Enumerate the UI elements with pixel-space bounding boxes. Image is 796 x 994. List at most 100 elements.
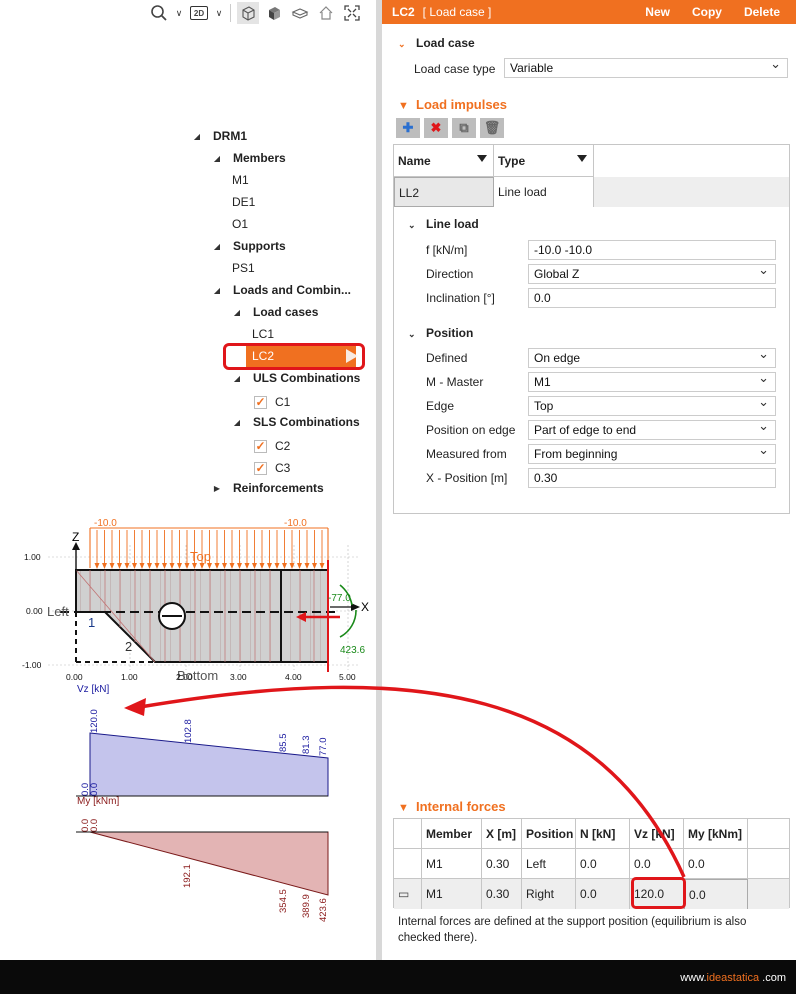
tree-item-ps1[interactable]: PS1 bbox=[232, 258, 255, 278]
tree-members[interactable]: Members bbox=[233, 148, 286, 168]
table-cell[interactable]: Right bbox=[522, 879, 576, 909]
load-arrow-head bbox=[154, 563, 160, 569]
tree-root[interactable]: DRM1 bbox=[213, 126, 247, 146]
column-header-type[interactable]: Type bbox=[494, 145, 594, 177]
column-header-vz[interactable]: Vz [kN] bbox=[630, 819, 684, 849]
impulse-row-type[interactable]: Line load bbox=[494, 177, 594, 207]
column-header-n[interactable]: N [kN] bbox=[576, 819, 630, 849]
collapse-icon[interactable]: ◢ bbox=[192, 132, 202, 141]
table-cell[interactable]: 0.30 bbox=[482, 849, 522, 879]
table-cell[interactable]: 0.0 bbox=[684, 879, 748, 909]
model-view[interactable]: Z X -10.0 -10.0 Top Bottom Left 1 2 -77.… bbox=[0, 505, 376, 690]
section-internal-forces[interactable]: ▼ Internal forces bbox=[398, 799, 506, 814]
collapse-icon: ⌄ bbox=[408, 220, 416, 230]
table-cell[interactable]: 0.0 bbox=[576, 849, 630, 879]
tree-item-c3[interactable]: C3 bbox=[275, 458, 290, 478]
table-cell[interactable]: Left bbox=[522, 849, 576, 879]
tree-item-m1[interactable]: M1 bbox=[232, 170, 249, 190]
search-icon[interactable] bbox=[148, 2, 170, 24]
copy-icon[interactable]: ⧉ bbox=[452, 118, 476, 138]
section-load-case[interactable]: ⌄ Load case bbox=[398, 36, 475, 50]
x-position-input[interactable]: 0.30 bbox=[528, 468, 776, 488]
tree-item-c2[interactable]: C2 bbox=[275, 436, 290, 456]
load-arrow-head bbox=[229, 563, 235, 569]
collapse-icon[interactable]: ◢ bbox=[212, 286, 222, 295]
fit-icon[interactable] bbox=[341, 2, 363, 24]
collapse-icon[interactable]: ◢ bbox=[212, 154, 222, 163]
vz-label: 81.3 bbox=[301, 736, 312, 755]
delete-button[interactable]: Delete bbox=[744, 5, 780, 19]
home-icon[interactable] bbox=[315, 2, 337, 24]
measured-from-label: Measured from bbox=[426, 447, 507, 461]
chevron-down-icon[interactable]: ∨ bbox=[174, 8, 184, 19]
solid-icon[interactable] bbox=[263, 2, 285, 24]
wireframe-icon[interactable] bbox=[237, 2, 259, 24]
section-load-impulses[interactable]: ▼ Load impulses bbox=[398, 97, 507, 112]
inclination-input[interactable]: 0.0 bbox=[528, 288, 776, 308]
collapse-icon[interactable]: ◢ bbox=[232, 308, 242, 317]
column-header-name[interactable]: Name bbox=[394, 145, 494, 177]
view-2d-icon[interactable]: 2D bbox=[188, 2, 210, 24]
filter-icon[interactable] bbox=[477, 155, 487, 162]
trash-icon[interactable]: 🗑 bbox=[480, 118, 504, 138]
f-input[interactable]: -10.0 -10.0 bbox=[528, 240, 776, 260]
direction-select[interactable]: Global Z bbox=[528, 261, 776, 284]
tree-item-lc1[interactable]: LC1 bbox=[252, 324, 274, 344]
collapse-icon[interactable]: ◢ bbox=[212, 242, 222, 251]
model-icon[interactable] bbox=[289, 2, 311, 24]
impulses-toolbar: ✚ ✖ ⧉ 🗑 bbox=[396, 118, 504, 138]
tree-reinforcements[interactable]: Reinforcements bbox=[233, 478, 324, 498]
copy-button[interactable]: Copy bbox=[692, 5, 722, 19]
add-icon[interactable]: ✚ bbox=[396, 118, 420, 138]
table-cell[interactable]: M1 bbox=[422, 849, 482, 879]
master-select[interactable]: M1 bbox=[528, 369, 776, 392]
my-zero-label: 0.0 bbox=[89, 819, 100, 832]
vz-label: 85.5 bbox=[278, 734, 289, 753]
column-header-position[interactable]: Position bbox=[522, 819, 576, 849]
tree-supports[interactable]: Supports bbox=[233, 236, 286, 256]
remove-icon[interactable]: ✖ bbox=[424, 118, 448, 138]
impulse-row-name[interactable]: LL2 bbox=[394, 177, 494, 207]
table-cell[interactable]: 0.0 bbox=[630, 849, 684, 879]
position-on-edge-select[interactable]: Part of edge to end bbox=[528, 417, 776, 440]
internal-force-diagrams: Vz [kN] 120.0 102.8 85.5 81.3 77.0 0.0 0… bbox=[76, 684, 329, 922]
measured-from-select[interactable]: From beginning bbox=[528, 441, 776, 464]
load-arrow-head bbox=[117, 563, 122, 569]
expand-icon[interactable]: ▶ bbox=[212, 484, 222, 493]
tree-item-o1[interactable]: O1 bbox=[232, 214, 248, 234]
tree-loads[interactable]: Loads and Combin... bbox=[233, 280, 351, 300]
website-link[interactable]: www.ideastatica .com bbox=[680, 972, 786, 984]
load-arrow-head bbox=[184, 563, 190, 569]
tree-load-cases[interactable]: Load cases bbox=[253, 302, 318, 322]
table-cell[interactable]: 0.0 bbox=[576, 879, 630, 909]
collapse-icon[interactable]: ◢ bbox=[232, 374, 242, 383]
table-cell[interactable]: M1 bbox=[422, 879, 482, 909]
section-position[interactable]: ⌄ Position bbox=[408, 326, 473, 340]
checkbox-icon[interactable]: ✓ bbox=[254, 462, 267, 475]
load-case-type-select[interactable]: Variable bbox=[504, 55, 788, 78]
properties-pane: LC2 [ Load case ] New Copy Delete ⌄ Load … bbox=[382, 0, 796, 960]
table-cell[interactable]: 0.30 bbox=[482, 879, 522, 909]
row-header-cell[interactable] bbox=[394, 849, 422, 879]
selection-highlight bbox=[223, 343, 365, 370]
tree-uls[interactable]: ULS Combinations bbox=[253, 368, 360, 388]
collapse-icon: ▼ bbox=[398, 802, 409, 814]
tree-item-de1[interactable]: DE1 bbox=[232, 192, 255, 212]
column-header-member[interactable]: Member bbox=[422, 819, 482, 849]
edge-select[interactable]: Top bbox=[528, 393, 776, 416]
chevron-down-icon[interactable]: ∨ bbox=[214, 8, 224, 19]
defined-select[interactable]: On edge bbox=[528, 345, 776, 368]
new-button[interactable]: New bbox=[645, 5, 670, 19]
column-header-x[interactable]: X [m] bbox=[482, 819, 522, 849]
filter-icon[interactable] bbox=[577, 155, 587, 162]
checkbox-icon[interactable]: ✓ bbox=[254, 396, 267, 409]
column-header-my[interactable]: My [kNm] bbox=[684, 819, 748, 849]
row-header-cell[interactable]: ▭ bbox=[394, 879, 422, 909]
collapse-icon[interactable]: ◢ bbox=[232, 418, 242, 427]
load-arrow-head bbox=[102, 563, 107, 569]
tree-item-c1[interactable]: C1 bbox=[275, 392, 290, 412]
section-line-load[interactable]: ⌄ Line load bbox=[408, 217, 479, 231]
table-cell[interactable]: 0.0 bbox=[684, 849, 748, 879]
tree-sls[interactable]: SLS Combinations bbox=[253, 412, 360, 432]
checkbox-icon[interactable]: ✓ bbox=[254, 440, 267, 453]
